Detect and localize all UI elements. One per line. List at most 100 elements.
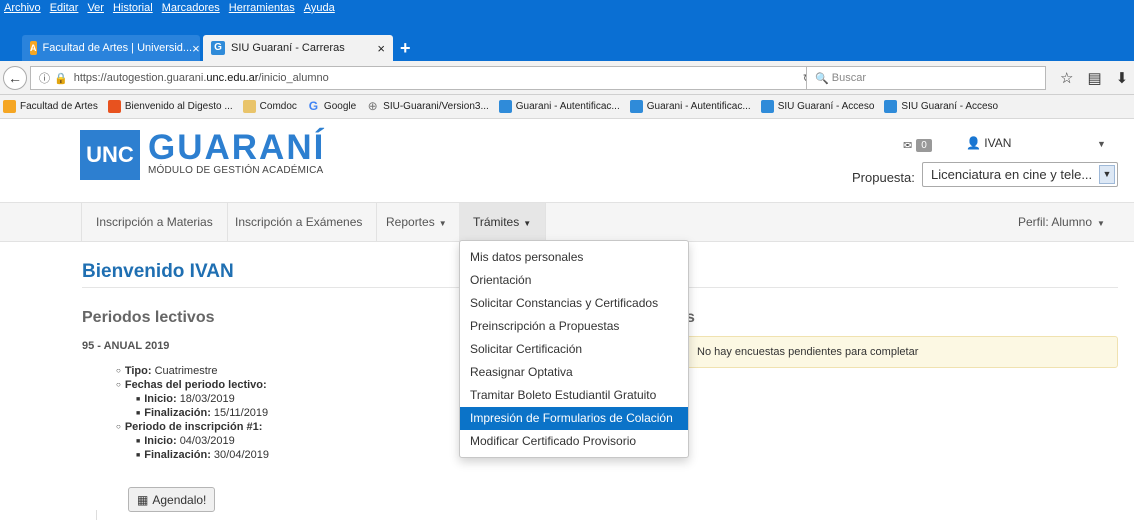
unc-icon xyxy=(3,100,16,113)
messages-count: 0 xyxy=(916,139,932,152)
menu-item-optativa[interactable]: Reasignar Optativa xyxy=(460,361,688,384)
toolbar-icons: ☆ ▤ ⬇ xyxy=(1060,69,1128,87)
bookmark-digesto[interactable]: Bienvenido al Digesto ... xyxy=(107,100,233,113)
insc-inicio-value: 04/03/2019 xyxy=(179,435,235,447)
bookmark-siu-version3[interactable]: ⊕ SIU-Guarani/Version3... xyxy=(366,100,489,113)
menu-item-orientacion[interactable]: Orientación xyxy=(460,269,688,292)
menu-item-formularios-colacion[interactable]: Impresión de Formularios de Colación xyxy=(460,407,688,430)
user-menu[interactable]: 👤 IVAN xyxy=(966,136,1011,150)
guarani-logo-name[interactable]: GUARANÍ xyxy=(148,128,325,168)
bookmarks-bar: Facultad de Artes Bienvenido al Digesto … xyxy=(0,95,1134,119)
caret-down-icon: ▼ xyxy=(1097,219,1105,228)
propuesta-select[interactable]: Licenciatura en cine y tele... ▼ xyxy=(922,162,1118,187)
search-input[interactable]: 🔍 Buscar xyxy=(806,66,1046,90)
user-name: IVAN xyxy=(984,136,1012,150)
guarani-icon: G xyxy=(211,41,225,55)
bookmark-star-icon[interactable]: ☆ xyxy=(1060,69,1073,87)
menu-herramientas[interactable]: Herramientas xyxy=(229,2,295,14)
nav-reportes[interactable]: Reportes ▼ xyxy=(372,203,462,242)
bookmark-guarani-acceso-1[interactable]: SIU Guaraní - Acceso xyxy=(760,100,875,113)
propuesta-value: Licenciatura en cine y tele... xyxy=(931,167,1093,182)
list-item: Inicio: 18/03/2019 xyxy=(116,392,269,406)
menu-item-mis-datos[interactable]: Mis datos personales xyxy=(460,246,688,269)
tipo-label: Tipo: xyxy=(124,365,152,377)
agendalo-label: Agendalo! xyxy=(152,492,207,507)
nav-inscripcion-examenes[interactable]: Inscripción a Exámenes xyxy=(221,203,378,242)
bookmark-guarani-acceso-2[interactable]: SIU Guaraní - Acceso xyxy=(884,100,998,113)
bookmark-label: SIU Guaraní - Acceso xyxy=(777,101,875,112)
caret-down-icon: ▼ xyxy=(523,219,532,228)
period-year: 95 - ANUAL 2019 xyxy=(82,340,170,352)
folder-icon xyxy=(242,100,256,113)
tramites-dropdown: Mis datos personales Orientación Solicit… xyxy=(459,240,689,458)
menu-item-boleto[interactable]: Tramitar Boleto Estudiantil Gratuito xyxy=(460,384,688,407)
list-item: Periodo de inscripción #1: xyxy=(116,420,269,434)
fechas-label: Fechas del periodo lectivo: xyxy=(124,379,267,391)
bookmark-facultad-artes[interactable]: Facultad de Artes xyxy=(3,100,98,113)
menu-historial[interactable]: Historial xyxy=(113,2,153,14)
back-button[interactable]: ← xyxy=(3,66,27,90)
close-tab-icon[interactable]: × xyxy=(377,41,385,56)
nav-label: Trámites xyxy=(473,215,520,229)
bookmark-guarani-auth-1[interactable]: Guarani - Autentificac... xyxy=(498,100,620,113)
unc-icon: A xyxy=(30,41,37,55)
new-tab-button[interactable]: + xyxy=(400,38,411,59)
nav-tramites[interactable]: Trámites ▼ xyxy=(459,203,547,242)
bookmark-label: Guarani - Autentificac... xyxy=(646,101,751,112)
encuestas-alert: No hay encuestas pendientes para complet… xyxy=(686,336,1118,368)
propuesta-label: Propuesta: xyxy=(852,170,915,185)
url-domain: unc.edu.ar xyxy=(206,72,259,84)
menu-editar[interactable]: Editar xyxy=(50,2,79,14)
menu-item-certificacion[interactable]: Solicitar Certificación xyxy=(460,338,688,361)
inicio-value: 18/03/2019 xyxy=(179,393,235,405)
tab-siu-guarani[interactable]: G SIU Guaraní - Carreras × xyxy=(203,35,393,61)
nav-label: Reportes xyxy=(386,215,435,229)
menu-ver[interactable]: Ver xyxy=(87,2,104,14)
bookmark-label: Comdoc xyxy=(259,101,297,112)
menu-item-certificado-provisorio[interactable]: Modificar Certificado Provisorio xyxy=(460,430,688,453)
inicio-label: Inicio: xyxy=(144,393,177,405)
guarani-icon xyxy=(884,100,898,113)
perfil-menu[interactable]: Perfil: Alumno ▼ xyxy=(1018,203,1105,242)
envelope-icon: ✉ xyxy=(903,140,913,152)
user-icon: 👤 xyxy=(966,136,981,150)
info-icon[interactable]: ⓘ xyxy=(39,70,50,86)
periods-title: Periodos lectivos xyxy=(82,309,215,326)
bookmark-google[interactable]: G Google xyxy=(307,100,356,113)
search-placeholder: Buscar xyxy=(831,72,867,84)
user-caret-icon[interactable]: ▼ xyxy=(1097,139,1106,149)
caret-down-icon: ▼ xyxy=(438,219,447,228)
guarani-icon xyxy=(498,100,512,113)
fin-label: Finalización: xyxy=(144,407,211,419)
bookmark-comdoc[interactable]: Comdoc xyxy=(242,100,297,113)
tab-facultad-artes[interactable]: A Facultad de Artes | Universid... × xyxy=(22,35,200,61)
url-bar[interactable]: ⓘ 🔒 https://autogestion.guarani. unc.edu.… xyxy=(30,66,825,90)
download-icon[interactable]: ⬇ xyxy=(1116,69,1129,87)
qr-icon: ▦ xyxy=(137,492,149,507)
close-tab-icon[interactable]: × xyxy=(192,41,200,56)
guarani-icon xyxy=(629,100,643,113)
insc-fin-value: 30/04/2019 xyxy=(213,449,269,461)
menu-marcadores[interactable]: Marcadores xyxy=(162,2,220,14)
menu-item-constancias[interactable]: Solicitar Constancias y Certificados xyxy=(460,292,688,315)
nav-inscripcion-materias[interactable]: Inscripción a Materias xyxy=(81,203,228,242)
bookmark-label: Bienvenido al Digesto ... xyxy=(124,101,233,112)
bookmark-guarani-auth-2[interactable]: Guarani - Autentificac... xyxy=(629,100,751,113)
browser-menubar: Archivo Editar Ver Historial Marcadores … xyxy=(0,0,1134,28)
logo-subtitle: MÓDULO DE GESTIÓN ACADÉMICA xyxy=(148,165,324,176)
fin-value: 15/11/2019 xyxy=(213,407,269,419)
url-prefix: https://autogestion.guarani. xyxy=(73,72,207,84)
unc-logo[interactable]: UNC xyxy=(80,130,140,180)
menu-ayuda[interactable]: Ayuda xyxy=(304,2,335,14)
perfil-label: Perfil: Alumno xyxy=(1018,215,1093,229)
digesto-icon xyxy=(107,100,121,113)
welcome-title: Bienvenido IVAN xyxy=(82,261,234,282)
insc-label: Periodo de inscripción #1: xyxy=(124,421,263,433)
nav-label: Inscripción a Materias xyxy=(96,215,213,229)
menu-archivo[interactable]: Archivo xyxy=(4,2,41,14)
messages-button[interactable]: ✉ 0 xyxy=(903,139,932,152)
list-item: Finalización: 30/04/2019 xyxy=(116,448,269,462)
menu-item-preinscripcion[interactable]: Preinscripción a Propuestas xyxy=(460,315,688,338)
agendalo-button[interactable]: ▦ Agendalo! xyxy=(128,487,216,512)
library-icon[interactable]: ▤ xyxy=(1087,69,1101,87)
